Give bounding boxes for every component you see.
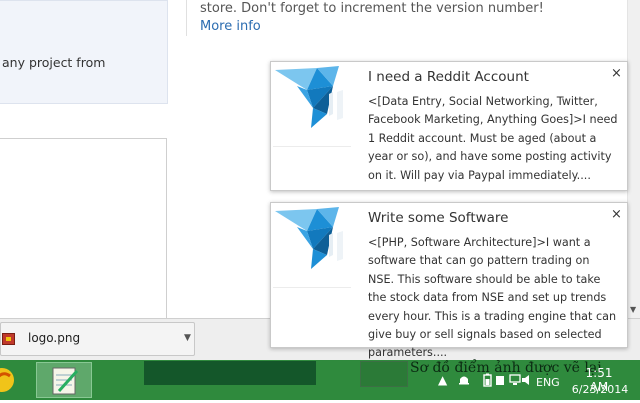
notification-body: <[Data Entry, Social Networking, Twitter… [368,95,618,182]
up-arrow-icon[interactable]: ▲ [438,373,447,387]
download-file-name[interactable]: logo.png [28,331,80,345]
window-thumbnail[interactable] [360,361,408,387]
notification-title: I need a Reddit Account [368,69,529,85]
bird-logo-icon [273,205,351,285]
notification-body: <[PHP, Software Architecture]>I want a s… [368,236,617,360]
language-indicator[interactable]: ENG [536,376,560,389]
notification-card[interactable]: I need a Reddit Account × <[Data Entry, … [270,61,628,191]
notepad-app-icon [52,367,79,395]
left-panel-text: any project from [2,55,106,70]
content-box [0,138,167,322]
image-file-icon [2,333,15,345]
notification-title: Write some Software [368,210,509,226]
volume-icon[interactable] [520,372,534,386]
taskbar-window-preview[interactable] [144,361,316,385]
notification-icon[interactable] [457,372,471,386]
main-description: store. Don't forget to increment the ver… [200,0,560,36]
notification-card[interactable]: Write some Software × <[PHP, Software Ar… [270,202,628,359]
start-icon[interactable] [0,364,18,396]
bird-logo-icon [273,64,351,144]
main-description-text: store. Don't forget to increment the ver… [200,1,544,16]
download-menu-arrow-icon[interactable]: ▼ [184,333,191,343]
page-scrollbar[interactable] [627,0,640,318]
scroll-down-arrow-icon[interactable]: ▼ [630,305,636,314]
clock-date[interactable]: 6/23/2014 [570,383,630,396]
close-icon[interactable]: × [611,66,622,81]
close-icon[interactable]: × [611,207,622,222]
logo-divider [273,146,351,147]
left-panel [0,0,168,104]
logo-divider [273,287,351,288]
more-info-link[interactable]: More info [200,19,261,34]
plug-icon[interactable] [493,372,507,386]
taskbar-app-button[interactable] [36,362,92,398]
